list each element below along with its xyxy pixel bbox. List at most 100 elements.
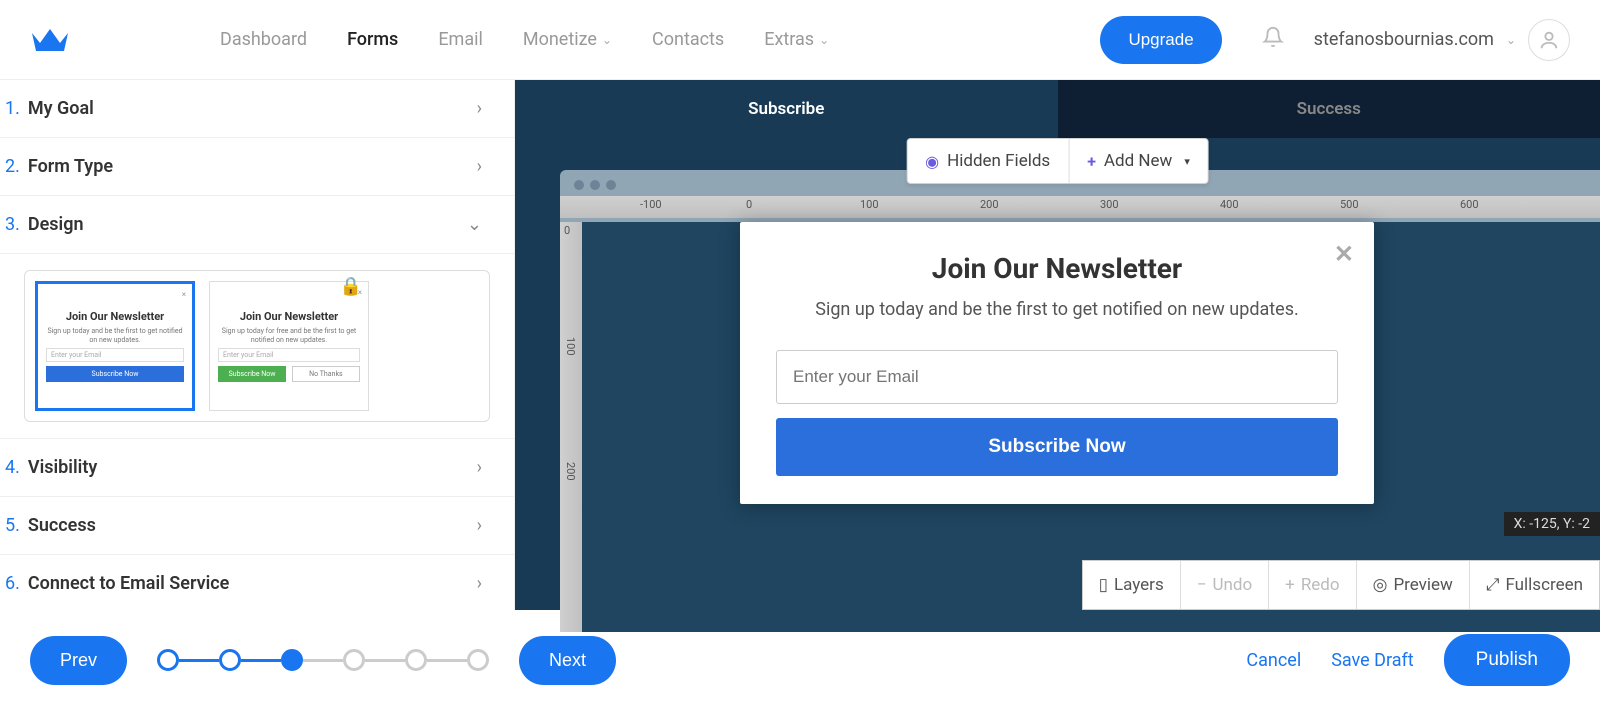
ruler-vertical: 0 100 200 [560, 222, 582, 632]
user-menu[interactable]: stefanosbournias.com ⌄ [1314, 19, 1570, 61]
fullscreen-label: Fullscreen [1505, 575, 1583, 595]
bell-icon[interactable] [1262, 26, 1284, 54]
template-title: Join Our Newsletter [240, 310, 338, 323]
undo-label: Undo [1212, 575, 1252, 595]
step-design[interactable]: 3. Design ⌄ [0, 196, 514, 254]
template-card-1[interactable]: × Join Our Newsletter Sign up today and … [35, 281, 195, 411]
main-nav: Dashboard Forms Email Monetize ⌄ Contacts… [220, 29, 1100, 50]
nav-extras[interactable]: Extras ⌄ [764, 29, 829, 50]
step-form-type[interactable]: 2. Form Type › [0, 138, 514, 196]
template-card-2[interactable]: 🔒 × Join Our Newsletter Sign up today fo… [209, 281, 369, 411]
hidden-fields-button[interactable]: ◉ Hidden Fields [907, 139, 1068, 183]
add-new-button[interactable]: + Add New ▾ [1068, 139, 1208, 183]
logo-icon [30, 25, 70, 55]
chevron-right-icon: › [477, 457, 482, 478]
chevron-down-icon: ⌄ [467, 214, 482, 235]
close-icon: × [182, 290, 186, 299]
nav-forms[interactable]: Forms [347, 29, 398, 50]
popup-subtitle[interactable]: Sign up today and be the first to get no… [776, 299, 1338, 320]
step-my-goal[interactable]: 1. My Goal › [0, 80, 514, 138]
step-title: Success [28, 515, 477, 536]
redo-label: Redo [1301, 575, 1340, 595]
newsletter-popup[interactable]: ✕ Join Our Newsletter Sign up today and … [740, 222, 1374, 504]
tab-success[interactable]: Success [1058, 80, 1600, 138]
preview-button[interactable]: ◎Preview [1356, 561, 1469, 609]
target-icon: ◎ [1373, 575, 1388, 595]
step-title: Design [28, 214, 467, 235]
close-icon[interactable]: ✕ [1334, 240, 1354, 268]
step-connect-email[interactable]: 6. Connect to Email Service › [0, 555, 514, 610]
prev-button[interactable]: Prev [30, 636, 127, 685]
step-title: Connect to Email Service [28, 573, 477, 594]
caret-down-icon: ▾ [1184, 155, 1190, 168]
nav-contacts[interactable]: Contacts [652, 29, 724, 50]
step-title: My Goal [28, 98, 477, 119]
bottom-toolbar: ▯Layers −Undo + Redo ◎Preview ⤢Fullscreen [1082, 560, 1600, 610]
preview-label: Preview [1393, 575, 1452, 595]
template-button-primary: Subscribe Now [218, 366, 286, 382]
layers-button[interactable]: ▯Layers [1083, 561, 1180, 609]
chevron-right-icon: › [477, 156, 482, 177]
chevron-down-icon: ⌄ [602, 33, 612, 47]
close-icon: × [358, 288, 362, 297]
next-button[interactable]: Next [519, 636, 616, 685]
step-number: 3. [5, 214, 20, 235]
step-visibility[interactable]: 4. Visibility › [0, 439, 514, 497]
nav-monetize[interactable]: Monetize ⌄ [523, 29, 612, 50]
sidebar: 1. My Goal › 2. Form Type › 3. Design ⌄ … [0, 80, 515, 610]
nav-email[interactable]: Email [438, 29, 483, 50]
nav-label: Extras [764, 29, 814, 50]
canvas-area: Subscribe Success Popup ◉ Hidden Fields … [515, 80, 1600, 610]
step-indicator-6[interactable] [467, 649, 489, 671]
coordinates-readout: X: -125, Y: -2 [1504, 512, 1600, 536]
step-title: Form Type [28, 156, 477, 177]
fullscreen-button[interactable]: ⤢Fullscreen [1469, 561, 1599, 609]
template-input: Enter your Email [218, 348, 360, 362]
step-title: Visibility [28, 457, 477, 478]
hidden-fields-label: Hidden Fields [947, 151, 1050, 171]
add-new-label: Add New [1104, 151, 1172, 171]
popup-title[interactable]: Join Our Newsletter [776, 252, 1338, 285]
user-name: stefanosbournias.com [1314, 29, 1494, 50]
template-subtitle: Sign up today and be the first to get no… [46, 327, 184, 344]
top-header: Dashboard Forms Email Monetize ⌄ Contacts… [0, 0, 1600, 80]
publish-button[interactable]: Publish [1444, 634, 1570, 686]
chevron-right-icon: › [477, 515, 482, 536]
chevron-down-icon: ⌄ [819, 33, 829, 47]
template-gallery: × Join Our Newsletter Sign up today and … [0, 254, 514, 439]
upgrade-button[interactable]: Upgrade [1100, 16, 1221, 64]
template-button-secondary: No Thanks [292, 366, 360, 382]
plus-icon: + [1285, 575, 1295, 595]
redo-button[interactable]: + Redo [1268, 561, 1355, 609]
plus-icon: + [1087, 152, 1096, 171]
eye-icon: ◉ [925, 152, 939, 171]
email-input[interactable] [776, 350, 1338, 404]
template-input: Enter your Email [46, 348, 184, 362]
step-indicator-1[interactable] [157, 649, 179, 671]
tab-subscribe[interactable]: Subscribe [515, 80, 1058, 138]
stepper [157, 649, 489, 671]
subscribe-button[interactable]: Subscribe Now [776, 418, 1338, 476]
canvas-tabs: Subscribe Success [515, 80, 1600, 138]
nav-dashboard[interactable]: Dashboard [220, 29, 307, 50]
cancel-link[interactable]: Cancel [1246, 650, 1301, 671]
chevron-right-icon: › [477, 98, 482, 119]
layers-label: Layers [1114, 575, 1164, 595]
step-number: 2. [5, 156, 20, 177]
step-number: 6. [5, 573, 20, 594]
step-success[interactable]: 5. Success › [0, 497, 514, 555]
ruler-horizontal: -100 0 100 200 300 400 500 600 [560, 196, 1600, 218]
template-subtitle: Sign up today for free and be the first … [218, 327, 360, 344]
step-indicator-5[interactable] [405, 649, 427, 671]
template-button: Subscribe Now [46, 366, 184, 382]
nav-label: Monetize [523, 29, 597, 50]
chevron-right-icon: › [477, 573, 482, 594]
expand-icon: ⤢ [1486, 575, 1500, 595]
minus-icon: − [1197, 575, 1207, 595]
step-indicator-3[interactable] [281, 649, 303, 671]
save-draft-link[interactable]: Save Draft [1331, 650, 1413, 671]
step-indicator-4[interactable] [343, 649, 365, 671]
undo-button[interactable]: −Undo [1180, 561, 1268, 609]
chevron-down-icon: ⌄ [1506, 33, 1516, 47]
step-indicator-2[interactable] [219, 649, 241, 671]
